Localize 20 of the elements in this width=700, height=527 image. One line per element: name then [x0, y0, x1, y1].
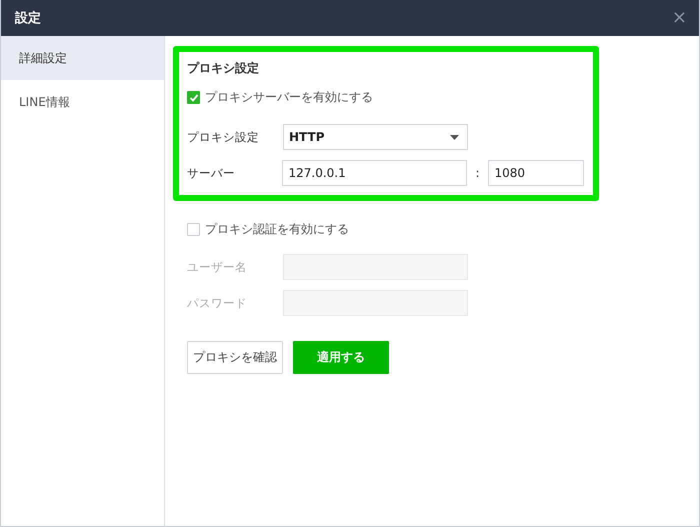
proxy-type-dropdown[interactable]: HTTP	[283, 124, 468, 150]
caret-icon	[450, 134, 459, 140]
field-label: ユーザー名	[187, 260, 248, 274]
checkbox-label: プロキシサーバーを有効にする	[205, 89, 373, 106]
sidebar-item[interactable]: 詳細設定	[1, 36, 164, 80]
checkbox[interactable]	[187, 91, 200, 104]
separator: :	[474, 166, 481, 180]
field-label: プロキシ設定	[187, 130, 260, 144]
port-field[interactable]: 1080	[488, 160, 584, 186]
server-field[interactable]: 127.0.0.1	[282, 160, 467, 186]
input-field[interactable]	[283, 290, 468, 316]
section-heading: プロキシ設定	[187, 60, 260, 77]
checkbox-label: プロキシ認証を有効にする	[205, 221, 349, 238]
check-proxy-button[interactable]: プロキシを確認	[187, 341, 283, 374]
field-label: パスワード	[187, 296, 248, 310]
checkbox[interactable]	[187, 223, 200, 236]
window-title: 設定	[15, 10, 41, 27]
input-field[interactable]	[283, 254, 468, 280]
field-label: サーバー	[187, 166, 236, 180]
close-button[interactable]: ×	[670, 9, 689, 27]
